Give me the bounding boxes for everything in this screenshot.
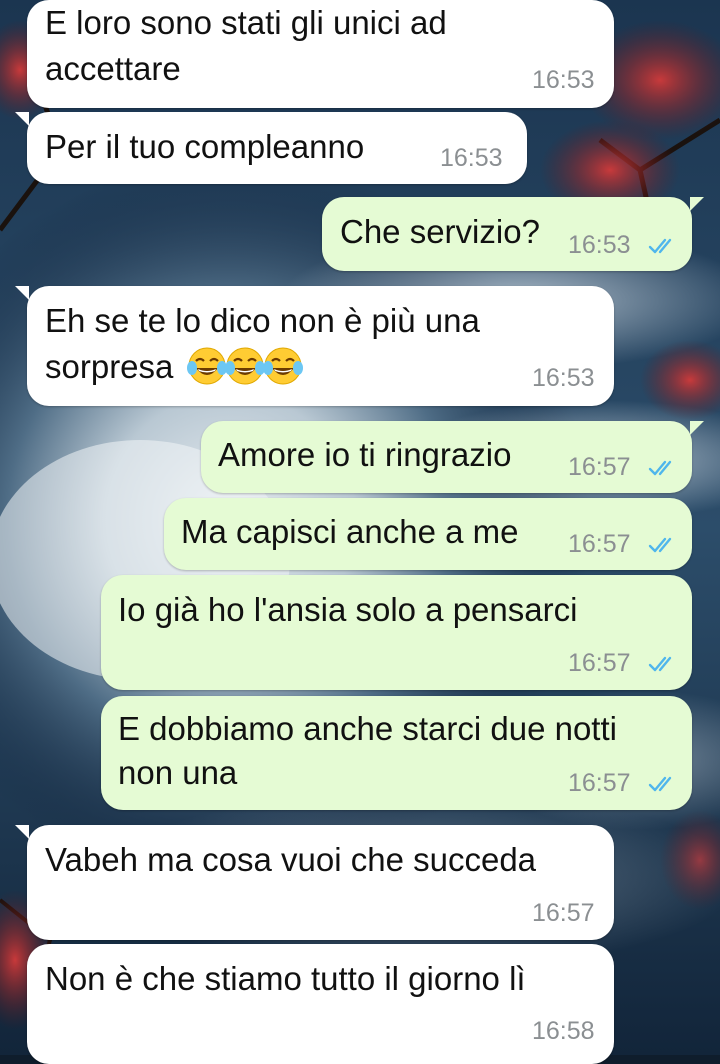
message-text-line: accettare — [45, 50, 181, 87]
message-incoming[interactable]: Non è che stiamo tutto il giorno lì 16:5… — [27, 944, 614, 1064]
read-receipt-double-check-icon — [648, 460, 672, 476]
face-with-tears-of-joy-icon — [262, 347, 303, 385]
face-with-tears-of-joy-icon — [186, 347, 227, 385]
read-receipt-double-check-icon — [648, 238, 672, 254]
message-timestamp: 16:57 — [568, 649, 631, 677]
message-timestamp: 16:53 — [440, 144, 503, 172]
message-text-line: Eh se te lo dico non è più una — [45, 302, 480, 339]
message-outgoing[interactable]: Che servizio? 16:53 — [322, 197, 704, 271]
read-receipt-double-check-icon — [648, 776, 672, 792]
message-text-line: E loro sono stati gli unici ad — [45, 4, 447, 41]
message-text-line: Per il tuo compleanno — [45, 128, 365, 165]
message-outgoing[interactable]: Io già ho l'ansia solo a pensarci 16:57 — [101, 575, 692, 690]
bubble-tail — [690, 197, 704, 211]
message-timestamp: 16:58 — [532, 1017, 595, 1045]
message-outgoing[interactable]: Ma capisci anche a me 16:57 — [164, 498, 692, 570]
message-incoming[interactable]: Per il tuo compleanno 16:53 — [15, 112, 527, 184]
bubble-tail — [15, 825, 29, 839]
message-text-line: non una — [118, 754, 238, 791]
message-timestamp: 16:57 — [532, 899, 595, 927]
message-text-line: Amore io ti ringrazio — [218, 436, 512, 473]
bubble-tail — [15, 112, 29, 126]
message-incoming[interactable]: Vabeh ma cosa vuoi che succeda 16:57 — [15, 825, 614, 940]
message-text-line: E dobbiamo anche starci due notti — [118, 710, 617, 747]
message-timestamp: 16:53 — [532, 66, 595, 94]
message-incoming[interactable]: Eh se te lo dico non è più una sorpresa — [15, 286, 614, 406]
message-outgoing[interactable]: Amore io ti ringrazio 16:57 — [201, 421, 704, 493]
read-receipt-double-check-icon — [648, 656, 672, 672]
message-text-line: Io già ho l'ansia solo a pensarci — [118, 591, 578, 628]
bubble-tail — [690, 421, 704, 435]
message-text-line: Vabeh ma cosa vuoi che succeda — [45, 841, 537, 878]
face-with-tears-of-joy-icon — [224, 347, 265, 385]
message-timestamp: 16:53 — [568, 231, 631, 259]
message-timestamp: 16:53 — [532, 364, 595, 392]
chat-message-list: E loro sono stati gli unici ad accettare… — [0, 0, 720, 1064]
message-text-line: Non è che stiamo tutto il giorno lì — [45, 960, 526, 997]
message-text-line: Che servizio? — [340, 213, 540, 250]
message-incoming[interactable]: E loro sono stati gli unici ad accettare… — [27, 0, 614, 108]
message-timestamp: 16:57 — [568, 769, 631, 797]
bubble-tail — [15, 286, 29, 300]
read-receipt-double-check-icon — [648, 537, 672, 553]
message-text-fragment: sorpresa — [45, 348, 174, 385]
message-timestamp: 16:57 — [568, 453, 631, 481]
message-timestamp: 16:57 — [568, 530, 631, 558]
message-text-line: sorpresa — [45, 346, 303, 388]
message-text-line: Ma capisci anche a me — [181, 513, 519, 550]
message-outgoing[interactable]: E dobbiamo anche starci due notti non un… — [101, 696, 692, 810]
